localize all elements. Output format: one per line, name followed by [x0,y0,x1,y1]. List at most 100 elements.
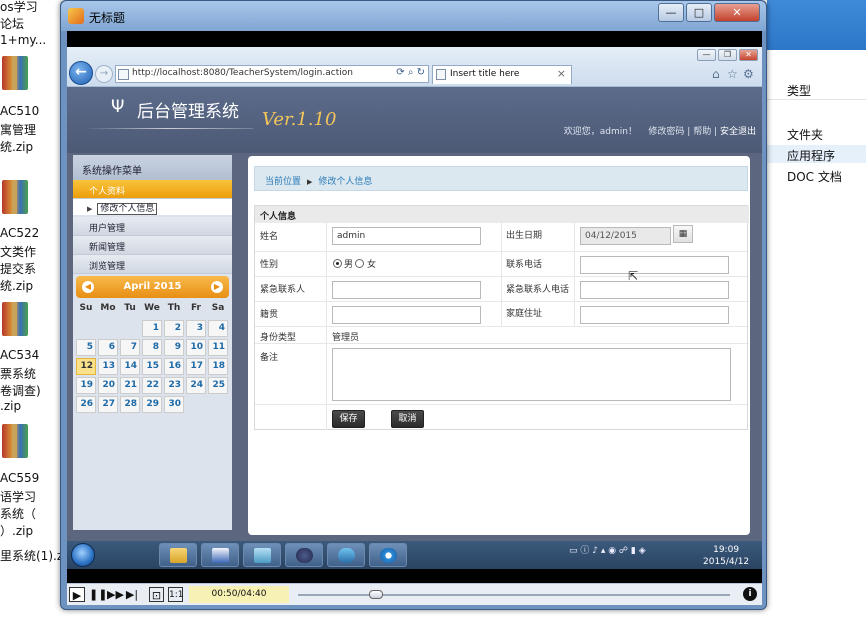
taskbar-dolphin-icon[interactable] [327,543,365,567]
archive-icon[interactable] [0,424,30,458]
taskbar-clock[interactable]: 19:09 2015/4/12 [703,544,749,568]
taskbar-word-icon[interactable] [201,543,239,567]
sidebar-item-news[interactable]: 新闻管理 [73,236,232,255]
calendar-day[interactable]: 6 [98,339,118,356]
calendar-icon[interactable]: ▦ [673,225,693,243]
calendar-day[interactable]: 10 [186,339,206,356]
logout-link[interactable]: 安全退出 [720,127,756,137]
calendar-day[interactable]: 7 [120,339,140,356]
col-divider [501,223,502,326]
calendar-day[interactable]: 26 [76,396,96,413]
sidebar-item-users[interactable]: 用户管理 [73,217,232,236]
title-bar[interactable]: 无标题 — □ ✕ [61,1,766,31]
fast-forward-icon[interactable]: ▶▶ [107,587,124,602]
calendar-day[interactable]: 19 [76,377,96,394]
archive-icon[interactable] [0,56,30,90]
tab-close-icon[interactable]: × [557,67,566,80]
calendar-prev-icon[interactable]: ◀ [82,281,94,293]
browser-close-button[interactable]: ✕ [739,49,758,61]
type-column-header[interactable]: 类型 [787,82,811,99]
sidebar-item-browse[interactable]: 浏览管理 [73,255,232,274]
calendar-day[interactable]: 16 [164,358,184,375]
calendar-day[interactable]: 5 [76,339,96,356]
calendar-day[interactable]: 11 [208,339,228,356]
calendar-day[interactable]: 22 [142,377,162,394]
minimize-button[interactable]: — [658,3,684,22]
calendar-day[interactable]: 12 [76,358,96,375]
calendar-day[interactable]: 30 [164,396,184,413]
back-icon[interactable]: ← [69,61,93,85]
pause-icon[interactable]: ❚❚ [89,587,107,602]
system-tray-icon[interactable]: ▭ ⓘ ♪ ▴ ◉ ☍ ▮ ◈ [569,543,646,556]
change-password-link[interactable]: 修改密码 [648,127,684,137]
close-button[interactable]: ✕ [714,3,760,22]
breadcrumb-current-label[interactable]: 当前位置 [265,177,301,187]
emergency-contact-input[interactable] [332,281,481,299]
calendar-day[interactable]: 3 [186,320,206,337]
fullscreen-icon[interactable]: ⊡ [149,587,164,602]
seek-track[interactable] [298,594,730,596]
forward-icon[interactable]: → [95,65,113,83]
taskbar-eclipse-icon[interactable] [285,543,323,567]
calendar-day[interactable]: 23 [164,377,184,394]
calendar-day[interactable]: 9 [164,339,184,356]
birth-input[interactable]: 04/12/2015 [580,227,671,245]
calendar-day[interactable]: 21 [120,377,140,394]
url-text[interactable]: http://localhost:8080/TeacherSystem/logi… [132,68,353,78]
browser-minimize-button[interactable]: — [697,49,716,61]
calendar-day[interactable]: 1 [142,320,162,337]
column-header[interactable]: 类型 [767,80,866,100]
archive-icon[interactable] [0,180,30,214]
calendar-day[interactable]: 14 [120,358,140,375]
desktop-label: 卷调查) [0,384,41,398]
sidebar-subitem-edit-info[interactable]: ▶ 修改个人信息 [73,199,232,215]
play-icon[interactable]: ▶ [69,587,85,602]
settings-gear-icon[interactable]: ⚙ [743,67,754,81]
calendar-day[interactable]: 15 [142,358,162,375]
calendar-next-icon[interactable]: ▶ [211,281,223,293]
calendar-day[interactable]: 13 [98,358,118,375]
address-bar[interactable]: http://localhost:8080/TeacherSystem/logi… [115,65,429,83]
breadcrumb-page[interactable]: 修改个人信息 [318,177,372,187]
next-frame-icon[interactable]: ▶| [125,587,139,602]
calendar-day[interactable]: 18 [208,358,228,375]
taskbar-app-icon[interactable] [243,543,281,567]
seek-thumb[interactable] [368,590,383,599]
maximize-button[interactable]: □ [686,3,712,22]
calendar-day[interactable]: 27 [98,396,118,413]
taskbar-explorer-icon[interactable] [159,543,197,567]
taskbar-ie-icon[interactable] [369,543,407,567]
emergency-phone-input[interactable] [580,281,729,299]
calendar-day[interactable]: 28 [120,396,140,413]
calendar-day[interactable]: 8 [142,339,162,356]
remark-textarea[interactable] [332,348,731,401]
one-to-one-icon[interactable]: 1:1 [168,587,183,602]
calendar-day[interactable]: 29 [142,396,162,413]
browser-tab[interactable]: Insert title here × [432,65,572,84]
start-button[interactable] [71,543,95,567]
gender-female-radio[interactable] [355,259,364,268]
native-place-input[interactable] [332,306,481,324]
calendar-day[interactable]: 2 [164,320,184,337]
gender-male-radio[interactable] [333,259,342,268]
calendar-day[interactable]: 20 [98,377,118,394]
calendar-day[interactable]: 4 [208,320,228,337]
help-link[interactable]: 帮助 [693,127,711,137]
refresh-icon[interactable]: ⟳ ⌕ ↻ [396,67,425,78]
save-button[interactable]: 保存 [332,410,365,428]
calendar-day[interactable]: 24 [186,377,206,394]
address-input[interactable] [580,306,729,324]
playback-time: 00:50/04:40 [189,586,289,603]
favorites-icon[interactable]: ☆ [727,67,738,81]
name-input[interactable]: admin [332,227,481,245]
phone-input[interactable] [580,256,729,274]
cancel-button[interactable]: 取消 [391,410,424,428]
info-icon[interactable]: i [743,587,757,601]
sidebar-subitem-label[interactable]: 修改个人信息 [97,203,158,215]
calendar-day[interactable]: 17 [186,358,206,375]
browser-restore-button[interactable]: ❐ [718,49,737,61]
sidebar-item-personal[interactable]: 个人资料 [73,180,232,199]
home-icon[interactable]: ⌂ [712,67,720,81]
calendar-day[interactable]: 25 [208,377,228,394]
archive-icon[interactable] [0,302,30,336]
